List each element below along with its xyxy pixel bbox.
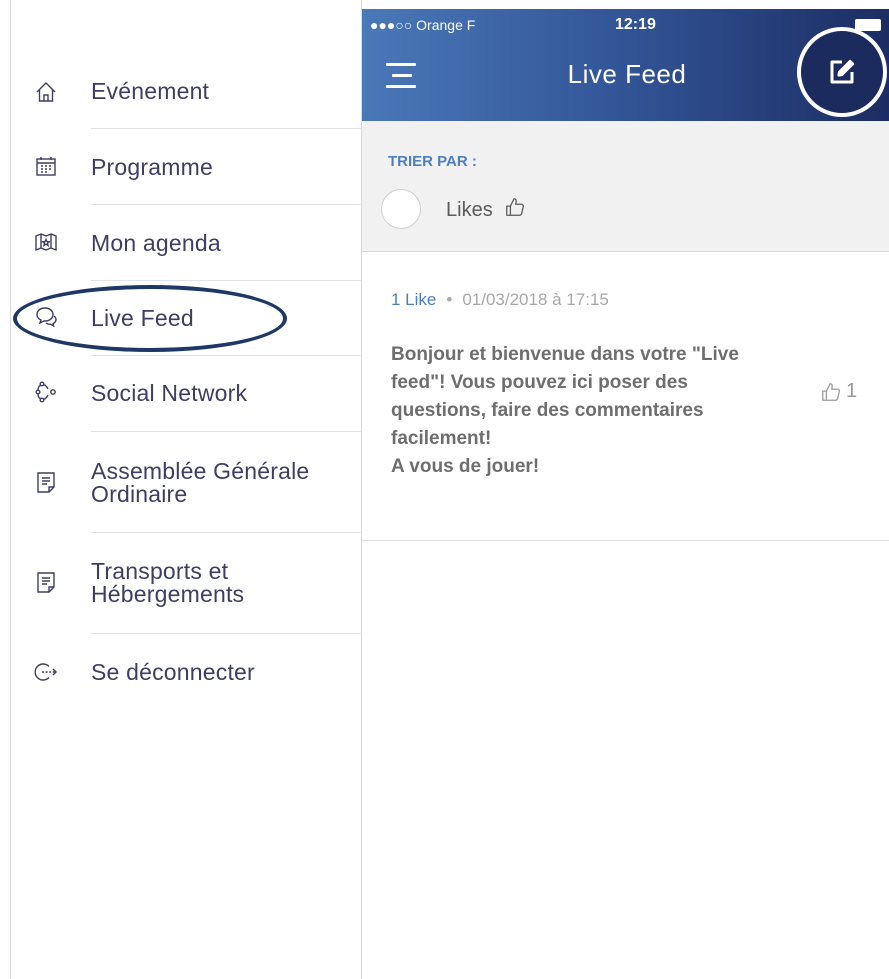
live-feed-screen: ●●●○○ Orange F 12:19 Live Feed TRIER PAR… — [362, 0, 889, 979]
edit-icon — [830, 59, 855, 84]
menu-item-label: Programme — [91, 154, 213, 180]
page-title: Live Feed — [567, 59, 687, 89]
divider — [91, 633, 362, 634]
thumbs-up-icon — [822, 382, 840, 401]
battery-icon — [855, 19, 881, 31]
feed-post: 1 Like • 01/03/2018 à 17:15 Bonjour et bie… — [362, 252, 889, 541]
post-text-line: feed"! Vous pouvez ici poser des — [391, 372, 688, 393]
sort-likes-label[interactable]: Likes — [446, 199, 493, 222]
divider — [91, 204, 362, 205]
post-date: 01/03/2018 à 17:15 — [462, 290, 609, 309]
divider — [91, 355, 362, 356]
menu-item-mon-agenda[interactable]: Mon agenda — [11, 226, 362, 262]
side-menu: Evénement Programme Mon agenda Live Feed… — [10, 0, 362, 979]
status-bar: ●●●○○ Orange F 12:19 — [370, 15, 881, 37]
sort-bar: TRIER PAR : Likes — [362, 121, 889, 252]
compose-button[interactable] — [797, 27, 887, 117]
menu-item-label: Social Network — [91, 380, 248, 406]
sort-likes-radio[interactable] — [381, 189, 421, 229]
sort-title: TRIER PAR : — [388, 153, 477, 170]
menu-item-social-network[interactable]: Social Network — [11, 376, 362, 412]
highlight-ring — [13, 285, 287, 352]
post-like-total: 1 — [846, 380, 858, 402]
divider — [91, 532, 362, 533]
thumbs-up-icon — [506, 198, 524, 216]
post-text-line: questions, faire des commentaires — [391, 400, 704, 421]
post-like-count[interactable]: 1 Like — [391, 290, 436, 309]
menu-item-programme[interactable]: Programme — [11, 150, 362, 186]
post-like-button[interactable]: 1 — [820, 380, 857, 403]
menu-item-label: Evénement — [91, 78, 210, 104]
divider — [91, 280, 362, 281]
post-meta: 1 Like • 01/03/2018 à 17:15 — [391, 290, 609, 310]
post-text-line: facilement! — [391, 428, 492, 449]
meta-separator: • — [446, 290, 453, 309]
menu-item-assemblee-generale[interactable]: Assemblée Générale Ordinaire — [11, 456, 362, 510]
menu-item-se-deconnecter[interactable]: Se déconnecter — [11, 655, 362, 691]
calendar-icon — [31, 151, 61, 181]
social-network-icon — [31, 377, 61, 407]
document-icon — [31, 567, 61, 597]
menu-item-label: Transports et Hébergements — [91, 558, 245, 607]
menu-item-label: Assemblée Générale Ordinaire — [91, 458, 310, 507]
menu-item-label: Se déconnecter — [91, 659, 255, 685]
menu-item-transports[interactable]: Transports et Hébergements — [11, 556, 362, 610]
document-icon — [31, 467, 61, 497]
menu-item-label: Mon agenda — [91, 230, 221, 256]
home-icon — [31, 77, 61, 107]
status-time: 12:19 — [615, 16, 656, 33]
menu-icon[interactable] — [386, 63, 416, 89]
divider — [91, 431, 362, 432]
divider — [91, 128, 362, 129]
menu-item-evenement[interactable]: Evénement — [11, 74, 362, 110]
post-text: Bonjour et bienvenue dans votre "Live fe… — [391, 341, 791, 481]
agenda-icon — [31, 227, 61, 257]
post-text-line: A vous de jouer! — [391, 456, 540, 477]
post-text-line: Bonjour et bienvenue dans votre "Live — [391, 344, 739, 365]
carrier-label: ●●●○○ Orange F — [370, 17, 476, 33]
logout-icon — [31, 657, 61, 687]
